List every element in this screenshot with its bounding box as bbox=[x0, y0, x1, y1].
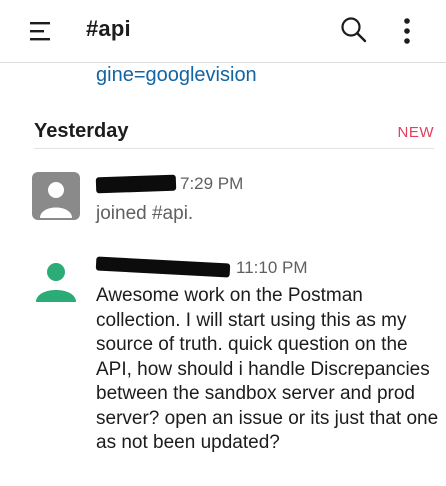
message-text: Awesome work on the Postman collection. … bbox=[96, 285, 439, 453]
message-text: joined #api. bbox=[96, 203, 194, 224]
top-bar: #api bbox=[0, 0, 446, 63]
new-messages-badge: NEW bbox=[397, 124, 434, 141]
message-item: 11:10 PM Awesome work on the Postman col… bbox=[0, 252, 446, 486]
hamburger-menu-icon[interactable] bbox=[30, 20, 54, 42]
search-icon[interactable] bbox=[340, 16, 368, 44]
more-vertical-icon[interactable] bbox=[402, 17, 412, 45]
day-divider-label: Yesterday bbox=[34, 120, 129, 142]
day-divider: Yesterday NEW bbox=[0, 118, 446, 149]
message-link-fragment[interactable]: gine=googlevision bbox=[96, 64, 257, 87]
message-item: 7:29 PM joined #api. bbox=[0, 168, 446, 228]
channel-title[interactable]: #api bbox=[86, 16, 131, 42]
user-avatar[interactable] bbox=[32, 256, 80, 304]
message-timestamp: 7:29 PM bbox=[180, 174, 244, 193]
redacted-username bbox=[95, 256, 231, 278]
message-timestamp: 11:10 PM bbox=[236, 258, 308, 277]
redacted-username bbox=[95, 174, 177, 194]
day-divider-line bbox=[34, 148, 434, 149]
user-avatar[interactable] bbox=[32, 172, 80, 220]
